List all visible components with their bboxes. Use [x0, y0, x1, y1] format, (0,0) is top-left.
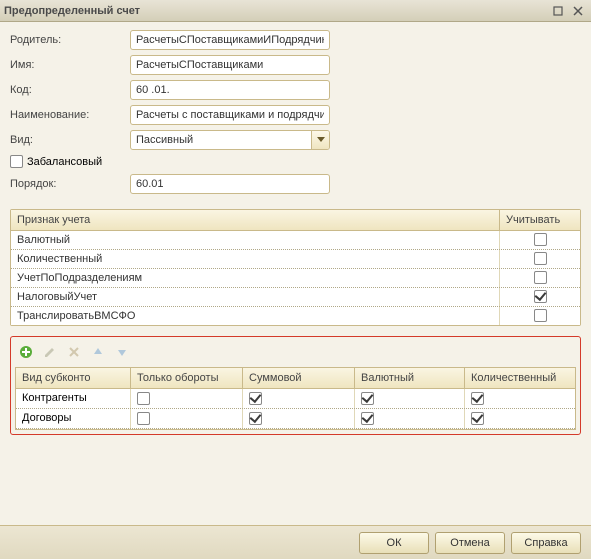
- form-area: Родитель: Имя: Код: Наименование: Вид: З…: [0, 22, 591, 203]
- grid2-header-qty: Количественный: [465, 368, 575, 388]
- grid2-checkbox[interactable]: [249, 392, 262, 405]
- grid2-header-type: Вид субконто: [16, 368, 131, 388]
- ok-button[interactable]: ОК: [359, 532, 429, 554]
- grid2-checkbox[interactable]: [471, 412, 484, 425]
- grid2-header-currency: Валютный: [355, 368, 465, 388]
- grid1-checkbox[interactable]: [534, 290, 547, 303]
- grid1-checkbox[interactable]: [534, 233, 547, 246]
- grid1-header-attr: Признак учета: [11, 210, 500, 230]
- parent-input[interactable]: [130, 30, 330, 50]
- grid2-header-sum: Суммовой: [243, 368, 355, 388]
- cancel-button[interactable]: Отмена: [435, 532, 505, 554]
- grid1-header-use: Учитывать: [500, 210, 580, 230]
- grid1-row[interactable]: Валютный: [11, 231, 580, 250]
- code-label: Код:: [10, 84, 130, 96]
- help-button[interactable]: Справка: [511, 532, 581, 554]
- close-button[interactable]: [569, 3, 587, 19]
- type-dropdown-button[interactable]: [311, 131, 329, 149]
- footer: ОК Отмена Справка: [0, 525, 591, 559]
- subconto-section: Вид субконто Только обороты Суммовой Вал…: [10, 336, 581, 435]
- name-input[interactable]: [130, 55, 330, 75]
- subconto-grid: Вид субконто Только обороты Суммовой Вал…: [15, 367, 576, 430]
- order-input[interactable]: [130, 174, 330, 194]
- parent-label: Родитель:: [10, 34, 130, 46]
- grid1-row[interactable]: ТранслироватьВМСФО: [11, 307, 580, 325]
- titlebar: Предопределенный счет: [0, 0, 591, 22]
- grid1-checkbox[interactable]: [534, 309, 547, 322]
- grid1-cell-label: УчетПоПодразделениям: [11, 269, 500, 287]
- description-label: Наименование:: [10, 109, 130, 121]
- grid1-row[interactable]: НалоговыйУчет: [11, 288, 580, 307]
- grid2-checkbox[interactable]: [361, 412, 374, 425]
- name-label: Имя:: [10, 59, 130, 71]
- grid1-cell-label: Валютный: [11, 231, 500, 249]
- grid1-row[interactable]: Количественный: [11, 250, 580, 269]
- grid2-checkbox[interactable]: [249, 412, 262, 425]
- grid1-cell-label: НалоговыйУчет: [11, 288, 500, 306]
- accounting-attributes-grid: Признак учета Учитывать ВалютныйКоличест…: [10, 209, 581, 326]
- offbalance-checkbox[interactable]: [10, 155, 23, 168]
- window-title: Предопределенный счет: [4, 5, 547, 17]
- grid2-checkbox[interactable]: [471, 392, 484, 405]
- add-icon[interactable]: [17, 343, 35, 361]
- grid2-row[interactable]: Договоры: [16, 409, 575, 429]
- grid2-cell-label: Договоры: [16, 409, 131, 428]
- grid2-checkbox[interactable]: [361, 392, 374, 405]
- move-down-icon: [113, 343, 131, 361]
- order-label: Порядок:: [10, 178, 130, 190]
- grid1-cell-label: Количественный: [11, 250, 500, 268]
- grid2-header-turnover: Только обороты: [131, 368, 243, 388]
- grid2-cell-label: Контрагенты: [16, 389, 131, 408]
- code-input[interactable]: [130, 80, 330, 100]
- subconto-toolbar: [15, 341, 576, 367]
- grid2-row[interactable]: Контрагенты: [16, 389, 575, 409]
- grid1-cell-label: ТранслироватьВМСФО: [11, 307, 500, 325]
- grid1-checkbox[interactable]: [534, 271, 547, 284]
- type-label: Вид:: [10, 134, 130, 146]
- move-up-icon: [89, 343, 107, 361]
- grid1-row[interactable]: УчетПоПодразделениям: [11, 269, 580, 288]
- grid2-checkbox[interactable]: [137, 392, 150, 405]
- description-input[interactable]: [130, 105, 330, 125]
- maximize-button[interactable]: [549, 3, 567, 19]
- type-select[interactable]: [130, 130, 330, 150]
- edit-icon: [41, 343, 59, 361]
- offbalance-label: Забалансовый: [27, 156, 102, 168]
- grid1-checkbox[interactable]: [534, 252, 547, 265]
- delete-icon: [65, 343, 83, 361]
- grid2-checkbox[interactable]: [137, 412, 150, 425]
